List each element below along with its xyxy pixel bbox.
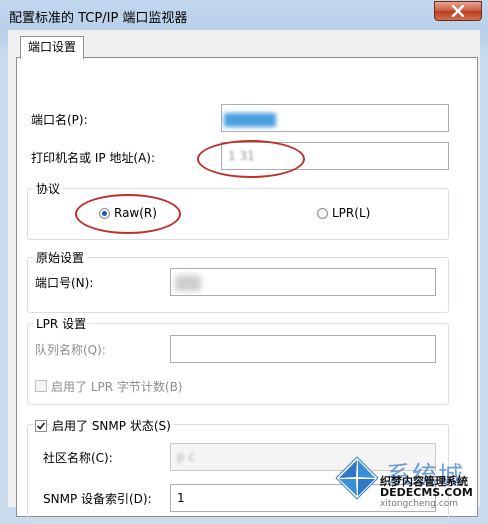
printer-address-label: 打印机名或 IP 地址(A): [31, 151, 156, 165]
community-name-value: p c [177, 450, 196, 464]
checkmark-icon [36, 422, 46, 430]
snmp-enabled-checkbox[interactable] [35, 420, 47, 432]
raw-radio-dot [102, 211, 107, 216]
close-icon [451, 5, 465, 17]
protocol-group [27, 188, 449, 240]
window-title: 配置标准的 TCP/IP 端口监视器 [9, 11, 188, 26]
redacted-port-name [224, 113, 276, 127]
protocol-group-title: 协议 [33, 180, 64, 197]
lpr-radio[interactable] [317, 208, 328, 219]
port-name-label: 端口名(P): [31, 113, 88, 127]
raw-radio[interactable] [99, 208, 110, 219]
queue-name-field[interactable] [170, 335, 436, 363]
port-number-label: 端口号(N): [35, 276, 94, 290]
watermark-text-url: xitongcheng.com [380, 499, 458, 509]
printer-address-field[interactable]: 1 31 [221, 142, 449, 170]
lpr-byte-count-checkbox[interactable] [35, 380, 47, 392]
port-settings-panel: 端口名(P): 打印机名或 IP 地址(A): 1 31 协议 Raw(R) L… [16, 57, 478, 524]
printer-address-value: 1 31 [228, 149, 255, 163]
close-button[interactable] [434, 1, 482, 21]
snmp-enabled-label[interactable]: 启用了 SNMP 状态(S) [49, 417, 174, 434]
port-number-field[interactable] [170, 268, 436, 296]
dialog-window: 配置标准的 TCP/IP 端口监视器 端口设置 端口名(P): 打印机名或 IP… [0, 0, 488, 524]
tab-port-settings[interactable]: 端口设置 [20, 36, 85, 59]
raw-radio-label[interactable]: Raw(R) [114, 206, 157, 220]
lpr-byte-count-label[interactable]: 启用了 LPR 字节计数(B) [51, 378, 183, 395]
port-name-field[interactable] [221, 104, 449, 132]
queue-name-label: 队列名称(Q): [35, 343, 106, 357]
watermark-text-domain: DEDECMS.COM [380, 486, 473, 499]
redacted-port-number [175, 275, 201, 291]
raw-settings-title: 原始设置 [33, 249, 88, 266]
lpr-radio-label[interactable]: LPR(L) [332, 206, 370, 220]
title-bar[interactable]: 配置标准的 TCP/IP 端口监视器 [0, 0, 488, 30]
community-name-label: 社区名称(C): [43, 451, 113, 465]
snmp-device-index-label: SNMP 设备索引(D): [43, 492, 152, 506]
snmp-device-index-value: 1 [177, 491, 185, 505]
watermark-logo-icon [335, 456, 379, 500]
lpr-settings-title: LPR 设置 [33, 315, 90, 332]
dialog-client-area: 端口设置 端口名(P): 打印机名或 IP 地址(A): 1 31 协议 Raw… [8, 30, 480, 524]
